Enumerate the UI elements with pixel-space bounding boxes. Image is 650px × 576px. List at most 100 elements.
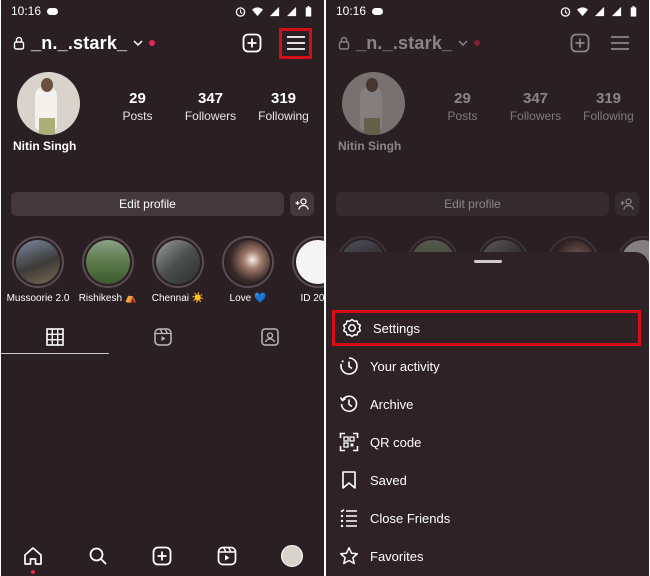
lock-icon: [13, 36, 25, 50]
chevron-down-icon: [458, 40, 468, 47]
avatar: [280, 545, 303, 567]
full-name: Nitin Singh: [338, 139, 402, 153]
stat-followers[interactable]: 347 Followers: [174, 90, 247, 123]
cloud-icon: [47, 7, 59, 15]
menu-item-qr-code[interactable]: QR code: [332, 424, 641, 460]
status-bar: 10:16: [1, 0, 324, 22]
reels-icon: [153, 328, 172, 346]
profile-screen-menu-open: 10:16 _n._.stark_ 29 Posts 347 Followers…: [326, 0, 649, 576]
followers-label: Followers: [509, 109, 562, 123]
signal-icon: [594, 6, 605, 16]
home-button[interactable]: [20, 543, 46, 574]
posts-count: 29: [454, 90, 471, 107]
highlight-label: Mussoorie 2.0: [6, 293, 70, 304]
profile-header: _n._.stark_: [326, 28, 649, 58]
menu-item-label: Favorites: [370, 548, 424, 564]
reels-icon: [217, 546, 237, 566]
edit-profile-button: Edit profile: [336, 192, 609, 216]
followers-label: Followers: [184, 109, 237, 123]
menu-item-label: Settings: [373, 320, 420, 336]
drag-handle[interactable]: [474, 260, 502, 263]
plus-square-icon: [153, 546, 172, 566]
battery-icon: [305, 5, 312, 17]
search-button[interactable]: [85, 543, 111, 569]
cloud-icon: [372, 7, 384, 15]
posts-label: Posts: [447, 109, 478, 123]
highlight-item[interactable]: ID 2022: [287, 236, 324, 304]
qr-code-icon: [338, 431, 360, 453]
tab-reels[interactable]: [109, 320, 217, 354]
highlight-item[interactable]: Love 💙: [217, 236, 279, 304]
status-time: 10:16: [336, 4, 367, 18]
add-person-icon: [295, 198, 309, 210]
posts-count: 29: [129, 90, 146, 107]
bookmark-icon: [338, 469, 360, 491]
edit-profile-button[interactable]: Edit profile: [11, 192, 284, 216]
highlight-item[interactable]: Chennai ☀️: [147, 236, 209, 304]
list-icon: [338, 507, 360, 529]
create-button[interactable]: [239, 30, 265, 56]
stat-posts: 29 Posts: [426, 90, 499, 123]
battery-icon: [630, 5, 637, 17]
profile-tabs: [1, 320, 324, 354]
tab-grid[interactable]: [1, 320, 109, 354]
activity-icon: [338, 355, 360, 377]
stat-following: 319 Following: [572, 90, 645, 123]
username[interactable]: _n._.stark_: [31, 33, 127, 54]
menu-item-label: QR code: [370, 434, 422, 450]
highlight-label: Chennai ☀️: [151, 293, 205, 304]
hamburger-menu-icon: [611, 36, 629, 50]
create-post-button[interactable]: [149, 543, 175, 569]
following-label: Following: [583, 109, 634, 123]
archive-icon: [338, 393, 360, 415]
profile-header: _n._.stark_: [1, 27, 324, 59]
settings-icon: [341, 317, 363, 339]
highlight-label: ID 2022: [300, 293, 324, 304]
menu-item-archive[interactable]: Archive: [332, 386, 641, 422]
menu-button: [607, 30, 633, 56]
profile-stats: 29 Posts 347 Followers 319 Following: [426, 90, 645, 123]
followers-count: 347: [197, 90, 224, 107]
profile-avatar: [342, 72, 405, 135]
alarm-icon: [235, 6, 246, 17]
following-label: Following: [258, 109, 309, 123]
following-count: 319: [270, 90, 297, 107]
followers-count: 347: [522, 90, 549, 107]
highlight-label: Rishikesh ⛺: [78, 293, 138, 304]
add-person-icon: [620, 198, 634, 210]
highlight-item[interactable]: Rishikesh ⛺: [77, 236, 139, 304]
grid-icon: [46, 327, 64, 346]
menu-button-highlighted[interactable]: [279, 27, 312, 59]
menu-item-label: Saved: [370, 472, 407, 488]
notification-dot: [474, 40, 481, 46]
menu-item-your-activity[interactable]: Your activity: [332, 348, 641, 384]
star-icon: [338, 545, 360, 567]
wifi-icon: [252, 6, 263, 16]
stat-following[interactable]: 319 Following: [247, 90, 320, 123]
profile-button[interactable]: [279, 543, 305, 569]
stat-followers: 347 Followers: [499, 90, 572, 123]
menu-item-label: Your activity: [370, 358, 440, 374]
notification-dot: [149, 40, 156, 46]
posts-label: Posts: [122, 109, 153, 123]
reels-button[interactable]: [214, 543, 240, 569]
home-icon: [24, 547, 43, 565]
chevron-down-icon[interactable]: [133, 38, 143, 48]
bottom-navigation: [1, 536, 324, 576]
hamburger-menu-icon: [286, 36, 305, 50]
highlight-label: Love 💙: [229, 293, 267, 304]
menu-item-favorites[interactable]: Favorites: [332, 538, 641, 574]
profile-avatar[interactable]: [17, 72, 80, 135]
stat-posts[interactable]: 29 Posts: [101, 90, 174, 123]
discover-people-button[interactable]: [290, 192, 314, 216]
menu-item-label: Archive: [370, 396, 414, 412]
highlight-item[interactable]: Mussoorie 2.0: [7, 236, 69, 304]
signal-icon-2: [286, 6, 297, 16]
wifi-icon: [577, 6, 588, 16]
menu-item-settings[interactable]: Settings: [332, 310, 641, 346]
menu-item-saved[interactable]: Saved: [332, 462, 641, 498]
signal-icon: [269, 6, 280, 16]
menu-item-close-friends[interactable]: Close Friends: [332, 500, 641, 536]
tab-tagged[interactable]: [216, 320, 324, 354]
status-bar: 10:16: [326, 0, 649, 22]
